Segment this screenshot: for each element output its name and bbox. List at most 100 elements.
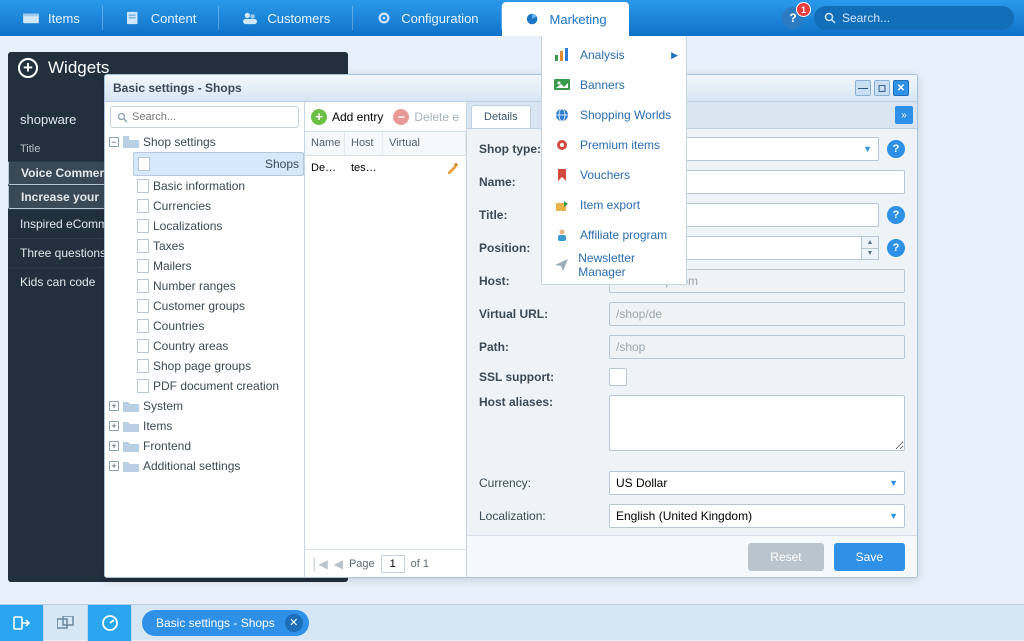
edit-icon[interactable] <box>446 161 460 175</box>
doc-icon <box>137 279 149 293</box>
taskbar: Basic settings - Shops ✕ <box>0 604 1024 640</box>
settings-window: Basic settings - Shops — ◻ ✕ −Shop setti… <box>104 74 918 578</box>
chevron-down-icon: ▼ <box>863 144 872 154</box>
task-close-icon[interactable]: ✕ <box>285 614 303 632</box>
doc-icon <box>137 199 149 213</box>
tree-number-ranges[interactable]: Number ranges <box>133 276 304 296</box>
tree-additional[interactable]: +Additional settings <box>105 456 304 476</box>
taskbar-dashboard-button[interactable] <box>88 605 132 641</box>
tree-shop-page-groups[interactable]: Shop page groups <box>133 356 304 376</box>
menu-item-export[interactable]: Item export <box>542 190 686 220</box>
tree-countries[interactable]: Countries <box>133 316 304 336</box>
collapse-tabs-button[interactable]: » <box>895 106 913 124</box>
reset-button[interactable]: Reset <box>748 543 823 571</box>
help-icon[interactable]: ? <box>887 239 905 257</box>
menu-analysis[interactable]: Analysis▶ <box>542 40 686 70</box>
menu-shopping-worlds[interactable]: Shopping Worlds <box>542 100 686 130</box>
widgets-title: Widgets <box>48 58 109 78</box>
globe-icon <box>554 108 570 122</box>
nav-configuration[interactable]: Configuration <box>353 0 500 36</box>
label-virtual-url: Virtual URL: <box>479 307 609 321</box>
tree-customer-groups[interactable]: Customer groups <box>133 296 304 316</box>
tree-search[interactable] <box>110 106 299 128</box>
tab-details[interactable]: Details <box>471 105 531 128</box>
help-icon[interactable]: ? <box>887 140 905 158</box>
menu-newsletter[interactable]: Newsletter Manager <box>542 250 686 280</box>
help-icon[interactable]: ? <box>887 206 905 224</box>
help-button[interactable]: ? 1 <box>782 7 804 29</box>
close-button[interactable]: ✕ <box>893 80 909 96</box>
gear-icon <box>375 11 393 25</box>
path-input[interactable] <box>609 335 905 359</box>
tree-country-areas[interactable]: Country areas <box>133 336 304 356</box>
menu-premium-items[interactable]: Premium items <box>542 130 686 160</box>
nav-content[interactable]: Content <box>103 0 219 36</box>
tree-shops[interactable]: Shops <box>133 152 304 176</box>
spin-up-icon[interactable]: ▲ <box>862 237 878 249</box>
nav-label: Configuration <box>401 11 478 26</box>
tree-taxes[interactable]: Taxes <box>133 236 304 256</box>
tree-basic-information[interactable]: Basic information <box>133 176 304 196</box>
taskbar-task[interactable]: Basic settings - Shops ✕ <box>142 610 309 636</box>
window-title: Basic settings - Shops <box>113 81 242 95</box>
col-host[interactable]: Host <box>345 132 383 155</box>
save-button[interactable]: Save <box>834 543 905 571</box>
delete-entry-button[interactable]: −Delete e <box>393 109 459 125</box>
folder-icon <box>123 460 139 472</box>
banners-icon <box>554 78 570 92</box>
analysis-icon <box>554 48 570 62</box>
expand-icon[interactable]: + <box>109 441 119 451</box>
tree-frontend[interactable]: +Frontend <box>105 436 304 456</box>
nav-marketing[interactable]: Marketing <box>502 2 629 36</box>
col-virtual[interactable]: Virtual <box>383 132 466 155</box>
menu-affiliate[interactable]: Affiliate program <box>542 220 686 250</box>
virtual-url-input[interactable] <box>609 302 905 326</box>
doc-icon <box>138 157 150 171</box>
label-ssl: SSL support: <box>479 370 609 384</box>
plus-icon: + <box>311 109 327 125</box>
tree-items[interactable]: +Items <box>105 416 304 436</box>
nav-label: Items <box>48 11 80 26</box>
nav-customers[interactable]: Customers <box>219 0 352 36</box>
add-entry-button[interactable]: +Add entry <box>311 109 383 125</box>
tree-localizations[interactable]: Localizations <box>133 216 304 236</box>
taskbar-logout-button[interactable] <box>0 605 44 641</box>
spin-down-icon[interactable]: ▼ <box>862 249 878 260</box>
ssl-checkbox[interactable] <box>609 368 627 386</box>
nav-items[interactable]: Items <box>0 0 102 36</box>
currency-select[interactable]: US Dollar▼ <box>609 471 905 495</box>
export-icon <box>554 198 570 212</box>
add-widget-icon[interactable]: + <box>18 58 38 78</box>
page-input[interactable] <box>381 555 405 573</box>
tree-mailers[interactable]: Mailers <box>133 256 304 276</box>
send-icon <box>554 258 568 272</box>
col-name[interactable]: Name <box>305 132 345 155</box>
menu-vouchers[interactable]: Vouchers <box>542 160 686 190</box>
window-titlebar[interactable]: Basic settings - Shops — ◻ ✕ <box>105 75 917 102</box>
expand-icon[interactable]: + <box>109 401 119 411</box>
taskbar-windows-button[interactable] <box>44 605 88 641</box>
maximize-button[interactable]: ◻ <box>874 80 890 96</box>
global-search-input[interactable] <box>842 11 1004 25</box>
tree-pdf-document[interactable]: PDF document creation <box>133 376 304 396</box>
tree-search-input[interactable] <box>132 111 292 123</box>
expand-icon[interactable]: + <box>109 461 119 471</box>
first-page-button[interactable]: │◀ <box>311 557 328 571</box>
tree-currencies[interactable]: Currencies <box>133 196 304 216</box>
package-icon <box>22 11 40 25</box>
chevron-down-icon: ▼ <box>889 511 898 521</box>
pie-icon <box>524 12 542 26</box>
grid-row[interactable]: De… tes… <box>305 156 466 180</box>
aliases-textarea[interactable] <box>609 395 905 451</box>
minimize-button[interactable]: — <box>855 80 871 96</box>
global-search[interactable] <box>814 6 1014 30</box>
prev-page-button[interactable]: ◀ <box>334 557 343 571</box>
localization-select[interactable]: English (United Kingdom)▼ <box>609 504 905 528</box>
bookmark-icon <box>554 168 570 182</box>
tree-shop-settings[interactable]: −Shop settings <box>105 132 304 152</box>
task-label: Basic settings - Shops <box>156 616 275 630</box>
expand-icon[interactable]: + <box>109 421 119 431</box>
tree-system[interactable]: +System <box>105 396 304 416</box>
collapse-icon[interactable]: − <box>109 137 119 147</box>
menu-banners[interactable]: Banners <box>542 70 686 100</box>
